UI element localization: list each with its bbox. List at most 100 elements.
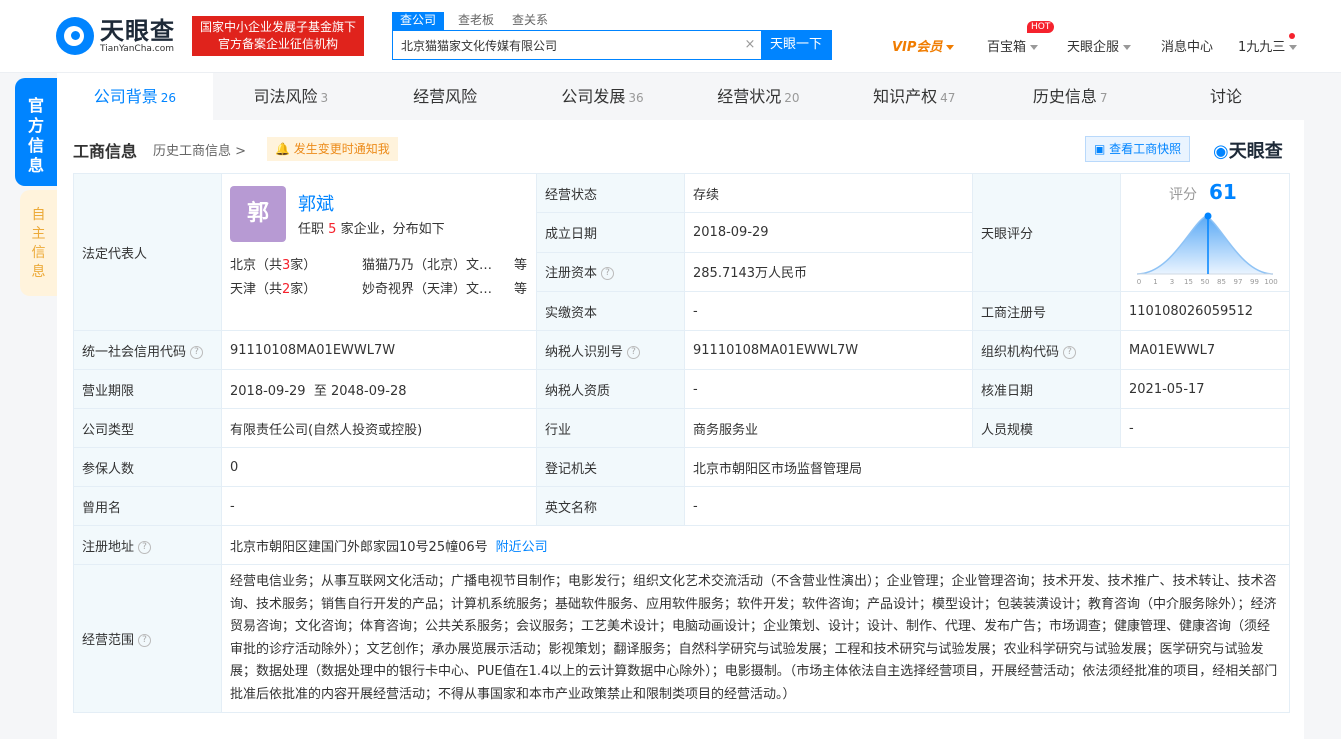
region-etc[interactable]: 等 xyxy=(514,278,527,297)
address-label: 注册地址 xyxy=(82,539,135,555)
score-cell[interactable]: 评分 61 0 1 3 15 50 85 97 99 100 xyxy=(1120,173,1290,292)
regno-label: 工商注册号 xyxy=(972,291,1121,331)
side-tab-self[interactable]: 自主信息 xyxy=(20,190,57,296)
rep-region-row: 北京（共3家） 猫猫乃乃（北京）文… 等 xyxy=(230,254,530,273)
search-tab-boss[interactable]: 查老板 xyxy=(458,12,494,30)
chevron-down-icon xyxy=(946,45,955,50)
address-value: 北京市朝阳区建国门外郎家园10号25幢06号 xyxy=(230,539,488,555)
help-icon[interactable]: ? xyxy=(138,634,152,647)
help-icon[interactable]: ? xyxy=(190,345,204,359)
hot-badge: HOT xyxy=(1027,21,1055,33)
tab-discussion[interactable]: 讨论 xyxy=(1148,73,1304,120)
history-business-link[interactable]: 历史工商信息 > xyxy=(153,140,246,159)
chevron-right-icon: > xyxy=(235,144,247,159)
tab-operating-risk[interactable]: 经营风险 xyxy=(369,73,525,120)
authority-label: 登记机关 xyxy=(536,447,685,487)
vip-label: VIP会员 xyxy=(892,40,943,55)
former-label: 曾用名 xyxy=(73,486,222,526)
treasure-label: 百宝箱 xyxy=(987,40,1027,55)
badge-line-2: 官方备案企业征信机构 xyxy=(217,37,338,51)
nearby-companies-link[interactable]: 附近公司 xyxy=(496,540,548,555)
org-label: 组织机构代码 xyxy=(981,344,1060,360)
chevron-down-icon xyxy=(1289,45,1298,50)
score-tick-label: 15 xyxy=(1184,278,1193,286)
history-link-label: 历史工商信息 xyxy=(153,144,232,159)
search-tab-relation[interactable]: 查关系 xyxy=(512,12,548,30)
business-info-table: 法定代表人 郭 郭斌 任职 5 家企业，分布如下 北京（共3家） 猫猫乃乃（北京… xyxy=(73,172,1290,713)
logo-eye-icon xyxy=(56,17,94,55)
score-tick-label: 50 xyxy=(1201,278,1210,286)
help-icon[interactable]: ? xyxy=(138,540,152,554)
vip-menu[interactable]: VIP会员 xyxy=(892,36,955,55)
tab-judicial-risk[interactable]: 司法风险 3 xyxy=(213,73,369,120)
tab-label: 公司发展 xyxy=(561,87,626,106)
camera-icon: ▣ xyxy=(1094,142,1106,156)
tab-operating-status[interactable]: 经营状况 20 xyxy=(681,73,837,120)
address-label-cell: 注册地址? xyxy=(73,525,222,565)
treasure-menu[interactable]: 百宝箱 xyxy=(987,36,1039,55)
search-tab-company[interactable]: 查公司 xyxy=(392,12,445,30)
scope-label: 经营范围 xyxy=(82,633,135,648)
insured-label: 参保人数 xyxy=(73,447,222,487)
help-icon[interactable]: ? xyxy=(1063,345,1077,359)
side-tab-official[interactable]: 官方信息 xyxy=(15,78,57,186)
tab-count: 20 xyxy=(784,91,800,105)
rep-region-row: 天津（共2家） 妙奇视界（天津）文… 等 xyxy=(230,278,530,297)
section-header: 工商信息 历史工商信息 > 🔔 发生变更时通知我 ▣ 查看工商快照 ◉天眼查 xyxy=(73,135,1288,163)
region-company-link[interactable]: 妙奇视界（天津）文… xyxy=(362,278,492,297)
user-name: 1九九三 xyxy=(1238,40,1286,55)
legal-rep-name[interactable]: 郭斌 xyxy=(298,190,334,216)
tab-company-development[interactable]: 公司发展 36 xyxy=(525,73,681,120)
staff-value: - xyxy=(1120,408,1290,448)
tab-intellectual-property[interactable]: 知识产权 47 xyxy=(836,73,992,120)
staff-label: 人员规模 xyxy=(972,408,1121,448)
taxid-value: 91110108MA01EWWL7W xyxy=(684,330,973,370)
desc-post: 家企业，分布如下 xyxy=(340,222,445,237)
region-tail: 家） xyxy=(290,282,317,297)
former-value: - xyxy=(221,486,537,526)
score-marker-pin xyxy=(1204,212,1212,220)
message-center-link[interactable]: 消息中心 xyxy=(1161,36,1213,55)
desc-pre: 任职 xyxy=(298,222,325,237)
enterprise-menu[interactable]: 天眼企服 xyxy=(1067,36,1132,55)
insured-value: 0 xyxy=(221,447,537,487)
search-input[interactable] xyxy=(393,31,739,59)
region-tail: 家） xyxy=(290,258,317,273)
authority-value: 北京市朝阳区市场监督管理局 xyxy=(684,447,1290,487)
search-box: × 天眼一下 xyxy=(392,30,832,60)
avatar[interactable]: 郭 xyxy=(230,186,286,242)
snapshot-button[interactable]: ▣ 查看工商快照 xyxy=(1085,136,1191,162)
legal-rep-label: 法定代表人 xyxy=(73,173,222,331)
help-icon[interactable]: ? xyxy=(601,267,615,281)
legal-rep-cell: 郭 郭斌 任职 5 家企业，分布如下 北京（共3家） 猫猫乃乃（北京）文… 等 … xyxy=(221,173,537,331)
region-etc[interactable]: 等 xyxy=(514,254,527,273)
score-tick-label: 97 xyxy=(1234,278,1243,286)
clear-icon[interactable]: × xyxy=(739,31,761,59)
tab-label: 公司背景 xyxy=(93,87,158,106)
taxq-label: 纳税人资质 xyxy=(536,369,685,409)
search-button[interactable]: 天眼一下 xyxy=(761,31,831,59)
founded-value: 2018-09-29 xyxy=(684,212,973,253)
industry-label: 行业 xyxy=(536,408,685,448)
tab-count: 47 xyxy=(940,91,956,105)
user-menu[interactable]: 1九九三 xyxy=(1238,36,1298,55)
founded-label: 成立日期 xyxy=(536,212,685,253)
score-tick-label: 3 xyxy=(1170,278,1174,286)
type-label: 公司类型 xyxy=(73,408,222,448)
badge-line-1: 国家中小企业发展子基金旗下 xyxy=(200,20,357,34)
tab-label: 司法风险 xyxy=(253,87,318,106)
tab-count: 7 xyxy=(1099,91,1108,105)
tab-label: 讨论 xyxy=(1210,87,1243,106)
alert-label: 发生变更时通知我 xyxy=(293,142,390,156)
change-alert-button[interactable]: 🔔 发生变更时通知我 xyxy=(267,137,398,161)
credit-label: 统一社会信用代码 xyxy=(82,344,187,360)
tab-count: 26 xyxy=(160,91,177,105)
tianyancha-logo[interactable]: 天眼查 TianYanCha.com xyxy=(56,16,175,56)
region-company-link[interactable]: 猫猫乃乃（北京）文… xyxy=(362,254,492,273)
status-value: 存续 xyxy=(684,172,973,214)
tab-history[interactable]: 历史信息 7 xyxy=(992,73,1148,120)
tab-company-background[interactable]: 公司背景 26 xyxy=(57,73,213,120)
desc-num: 5 xyxy=(328,222,337,237)
help-icon[interactable]: ? xyxy=(627,345,641,359)
tab-label: 经营风险 xyxy=(413,87,478,106)
